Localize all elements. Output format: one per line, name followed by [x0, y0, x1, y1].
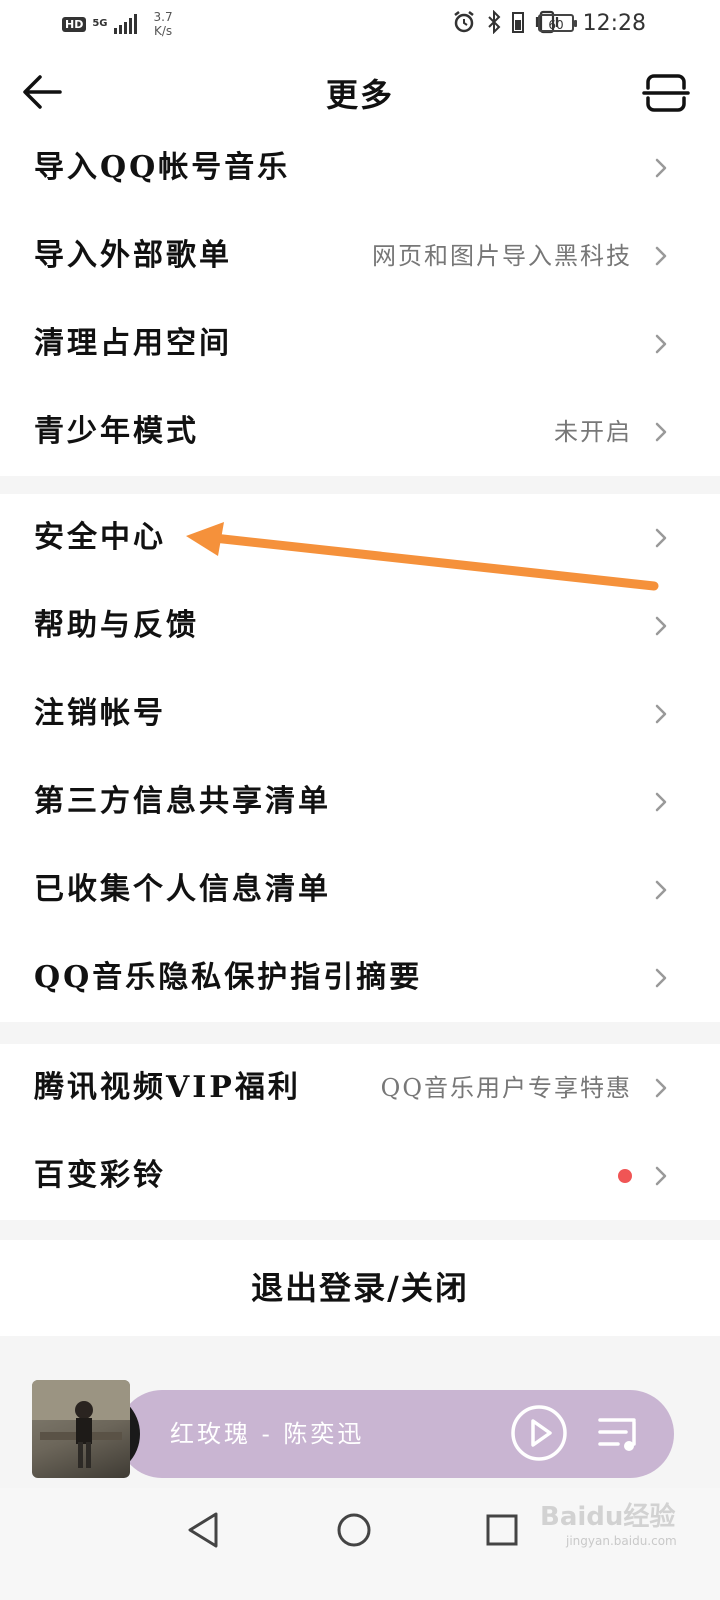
watermark-url: jingyan.baidu.com — [566, 1534, 677, 1548]
menu-item-collected-info[interactable]: 已收集个人信息清单 — [0, 846, 720, 934]
menu-item-label: 帮助与反馈 — [34, 608, 199, 643]
menu-item-clean-storage[interactable]: 清理占用空间 — [0, 300, 720, 388]
album-art-icon — [32, 1380, 130, 1468]
chevron-right-icon — [655, 158, 667, 178]
chevron-right-icon — [655, 616, 667, 636]
status-time: 12:28 — [582, 11, 646, 36]
status-left: HD 5G 3.7 K/s — [62, 10, 173, 38]
menu-item-label: 注销帐号 — [34, 696, 166, 731]
playlist-icon[interactable] — [596, 1414, 644, 1454]
battery-icon: 60 — [538, 14, 577, 32]
menu-item-label: 青少年模式 — [34, 414, 199, 449]
nav-recent-icon[interactable] — [484, 1512, 520, 1548]
menu-item-third-party-sharing[interactable]: 第三方信息共享清单 — [0, 758, 720, 846]
network-speed: 3.7 K/s — [154, 10, 173, 38]
chevron-right-icon — [655, 792, 667, 812]
speed-value: 3.7 — [153, 10, 173, 24]
menu-item-subtitle: QQ音乐用户专享特惠 — [380, 1074, 632, 1102]
menu-item-subtitle: 网页和图片导入黑科技 — [372, 242, 632, 270]
menu-item-ringtone[interactable]: 百变彩铃 — [0, 1132, 720, 1220]
top-bar: 更多 — [0, 48, 720, 136]
menu-item-import-qq-music[interactable]: 导入QQ帐号音乐 — [0, 124, 720, 212]
chevron-right-icon — [655, 1166, 667, 1186]
play-icon[interactable] — [510, 1404, 568, 1462]
menu-item-label: 清理占用空间 — [34, 326, 232, 361]
speed-unit: K/s — [153, 24, 173, 38]
chevron-right-icon — [655, 1078, 667, 1098]
menu-item-label: 百变彩铃 — [34, 1158, 166, 1193]
menu-item-status: 未开启 — [554, 418, 632, 446]
network-type: 5G — [92, 18, 108, 29]
menu-item-label: 安全中心 — [34, 520, 166, 555]
menu-item-privacy-summary[interactable]: QQ音乐隐私保护指引摘要 — [0, 934, 720, 1022]
bluetooth-icon — [488, 10, 501, 34]
chevron-right-icon — [655, 246, 667, 266]
watermark: Baidu经验 — [540, 1502, 676, 1532]
menu-item-label: 导入外部歌单 — [34, 238, 232, 273]
settings-group-2: 安全中心 帮助与反馈 注销帐号 第三方信息共享清单 已收集个人信息清单 QQ音乐… — [0, 494, 720, 1022]
notification-dot — [618, 1169, 632, 1183]
settings-group-3: 腾讯视频VIP福利 QQ音乐用户专享特惠 百变彩铃 — [0, 1044, 720, 1220]
menu-item-label: QQ音乐隐私保护指引摘要 — [34, 960, 423, 995]
now-playing-title[interactable]: 红玫瑰 - 陈奕迅 — [170, 1390, 364, 1478]
alarm-icon — [454, 11, 474, 33]
menu-item-help-feedback[interactable]: 帮助与反馈 — [0, 582, 720, 670]
menu-item-label: 腾讯视频VIP福利 — [34, 1070, 301, 1105]
menu-item-label: 已收集个人信息清单 — [34, 872, 331, 907]
album-cover[interactable] — [32, 1380, 130, 1478]
chevron-right-icon — [655, 334, 667, 354]
signal-icon — [113, 14, 137, 34]
hd-badge: HD — [62, 16, 87, 32]
settings-group-1: 导入QQ帐号音乐 导入外部歌单 网页和图片导入黑科技 清理占用空间 青少年模式 … — [0, 124, 720, 476]
page-title: 更多 — [325, 76, 394, 114]
logout-button[interactable]: 退出登录/关闭 — [0, 1240, 720, 1336]
battery-small-icon — [512, 12, 524, 33]
menu-item-label: 导入QQ帐号音乐 — [34, 150, 291, 185]
chevron-right-icon — [655, 528, 667, 548]
nav-back-icon[interactable] — [184, 1510, 220, 1550]
scan-icon[interactable] — [642, 72, 690, 114]
chevron-right-icon — [655, 968, 667, 988]
chevron-right-icon — [655, 880, 667, 900]
chevron-right-icon — [655, 704, 667, 724]
menu-item-delete-account[interactable]: 注销帐号 — [0, 670, 720, 758]
chevron-right-icon — [655, 422, 667, 442]
logout-label: 退出登录/关闭 — [251, 1269, 469, 1307]
nav-home-icon[interactable] — [336, 1510, 372, 1550]
menu-item-tencent-video-vip[interactable]: 腾讯视频VIP福利 QQ音乐用户专享特惠 — [0, 1044, 720, 1132]
menu-item-label: 第三方信息共享清单 — [34, 784, 331, 819]
menu-item-security-center[interactable]: 安全中心 — [0, 494, 720, 582]
status-bar: HD 5G 3.7 K/s 60 12:28 — [0, 0, 720, 48]
menu-item-import-external-playlist[interactable]: 导入外部歌单 网页和图片导入黑科技 — [0, 212, 720, 300]
menu-item-teen-mode[interactable]: 青少年模式 未开启 — [0, 388, 720, 476]
